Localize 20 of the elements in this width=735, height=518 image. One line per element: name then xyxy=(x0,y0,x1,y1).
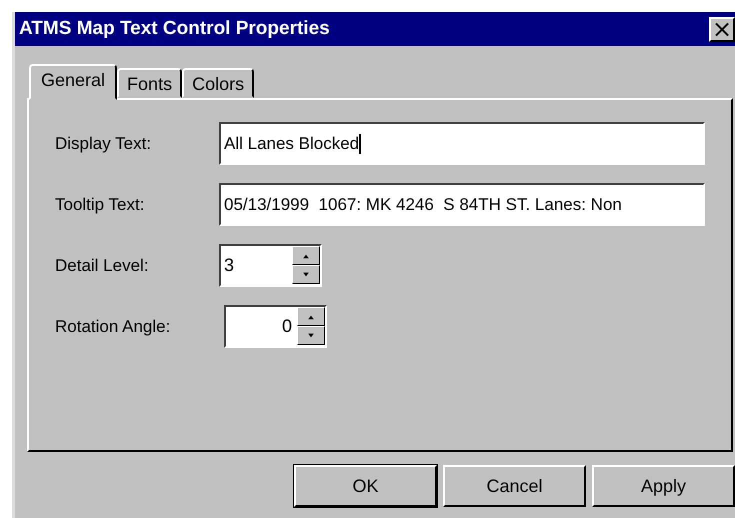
field-label: Detail Level: xyxy=(55,256,150,276)
spin-field[interactable]: 0 xyxy=(224,305,327,348)
tab[interactable]: General xyxy=(29,64,118,100)
field-label: Display Text: xyxy=(55,134,152,154)
tab[interactable]: Colors xyxy=(182,68,254,98)
dialog-button[interactable]: OK xyxy=(294,465,437,507)
field-label: Tooltip Text: xyxy=(55,194,146,214)
field-label: Rotation Angle: xyxy=(55,316,172,336)
field-value: All Lanes Blocked xyxy=(224,134,362,154)
field-value: 05/13/1999 1067: MK 4246 S 84TH ST. Lanes: Non xyxy=(224,194,623,214)
text-field[interactable]: All Lanes Blocked xyxy=(219,122,705,165)
field-value: 0 xyxy=(282,316,293,337)
close-button[interactable]: × xyxy=(709,16,735,42)
dialog-button[interactable]: Cancel xyxy=(443,465,586,507)
text-field[interactable]: 05/13/1999 1067: MK 4246 S 84TH ST. Lanes: Non xyxy=(219,183,705,226)
tab[interactable]: Fonts xyxy=(117,68,182,98)
field-value: 3 xyxy=(224,255,236,276)
dialog-button[interactable]: Apply xyxy=(592,465,735,507)
spin-field[interactable]: 3 xyxy=(219,244,322,287)
window-title: ATMS Map Text Control Properties xyxy=(19,18,330,40)
